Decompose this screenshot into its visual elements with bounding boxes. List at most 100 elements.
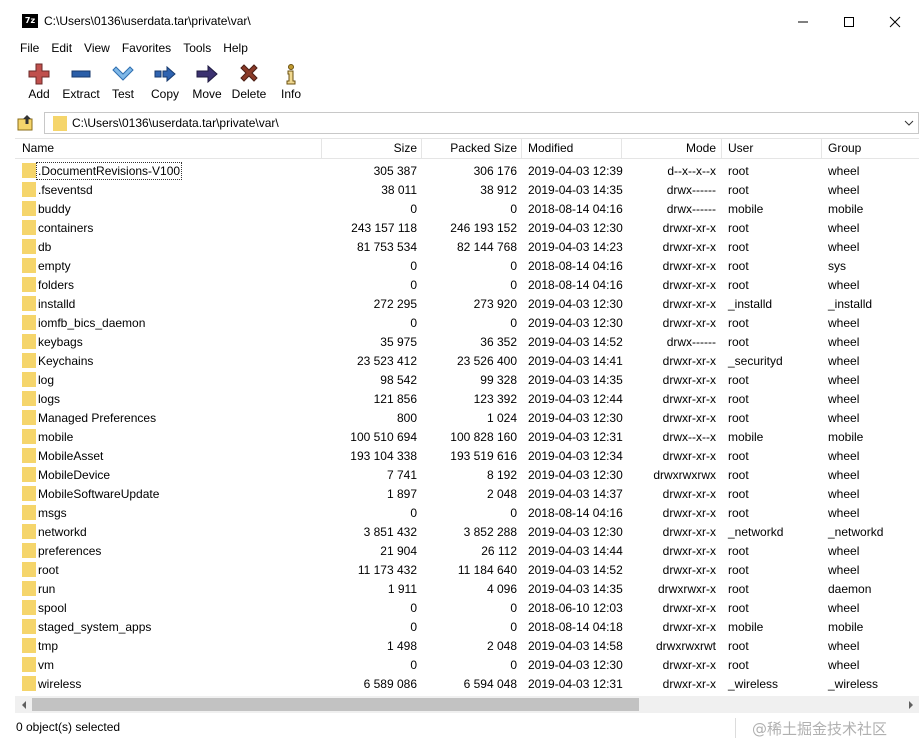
column-name[interactable]: Name — [22, 141, 54, 155]
file-size: 23 523 412 — [356, 354, 417, 368]
scrollbar-thumb[interactable] — [32, 698, 639, 711]
table-row[interactable]: log 98 542 99 328 2019-04-03 14:35 drwxr-xr-… — [15, 370, 919, 389]
file-group: _installd — [828, 297, 873, 311]
folder-icon — [22, 429, 36, 444]
file-group: sys — [828, 259, 846, 273]
table-row[interactable]: Managed Preferences 800 1 024 2019-04-03 12… — [15, 408, 919, 427]
scroll-left-button[interactable] — [15, 696, 32, 713]
file-size: 35 975 — [380, 335, 417, 349]
file-name: logs — [38, 392, 61, 406]
column-group[interactable]: Group — [828, 141, 861, 155]
table-row[interactable]: tmp 1 498 2 048 2019-04-03 14:58 drwxrwxrwt r… — [15, 636, 919, 655]
file-mode: drwxr-xr-x — [662, 449, 716, 463]
table-row[interactable]: run 1 911 4 096 2019-04-03 14:35 drwxrwxr-x r… — [15, 579, 919, 598]
app-7zip-icon: 7z — [22, 14, 38, 28]
folder-icon — [22, 315, 36, 330]
file-packed-size: 38 912 — [480, 183, 517, 197]
maximize-button[interactable] — [826, 8, 872, 36]
table-row[interactable]: db 81 753 534 82 144 768 2019-04-03 14:23 dr… — [15, 237, 919, 256]
table-row[interactable]: keybags 35 975 36 352 2019-04-03 14:52 drwx-… — [15, 332, 919, 351]
file-modified: 2019-04-03 14:41 — [528, 354, 623, 368]
table-row[interactable]: buddy 0 0 2018-08-14 04:16 drwx------ mobile m… — [15, 199, 919, 218]
table-row[interactable]: vm 0 0 2019-04-03 12:30 drwxr-xr-x root wheel — [15, 655, 919, 674]
file-name: wireless — [38, 677, 82, 691]
file-packed-size: 2 048 — [486, 487, 517, 501]
file-group: wheel — [828, 221, 860, 235]
file-mode: drwxr-xr-x — [662, 620, 716, 634]
table-row[interactable]: .fseventsd 38 011 38 912 2019-04-03 14:35 dr… — [15, 180, 919, 199]
column-packed-size[interactable]: Packed Size — [450, 141, 517, 155]
table-row[interactable]: wireless 6 589 086 6 594 048 2019-04-03 12:… — [15, 674, 919, 693]
table-row[interactable]: mobile 100 510 694 100 828 160 2019-04-03 1… — [15, 427, 919, 446]
file-mode: drwxr-xr-x — [662, 544, 716, 558]
file-name: installd — [38, 297, 76, 311]
file-name: vm — [38, 658, 54, 672]
menu-edit[interactable]: Edit — [45, 38, 78, 58]
file-size: 0 — [410, 620, 417, 634]
table-row[interactable]: installd 272 295 273 920 2019-04-03 12:30 dr… — [15, 294, 919, 313]
minimize-button[interactable] — [780, 8, 826, 36]
table-row[interactable]: preferences 21 904 26 112 2019-04-03 14:44 d… — [15, 541, 919, 560]
file-group: wheel — [828, 354, 860, 368]
move-button[interactable]: Move — [186, 60, 228, 106]
table-row[interactable]: root 11 173 432 11 184 640 2019-04-03 14:52… — [15, 560, 919, 579]
address-input[interactable]: C:\Users\0136\userdata.tar\private\var\ — [44, 112, 919, 134]
file-modified: 2019-04-03 12:31 — [528, 430, 623, 444]
address-dropdown-button[interactable] — [902, 115, 916, 131]
folder-up-button[interactable] — [16, 113, 36, 133]
file-group: wheel — [828, 658, 860, 672]
folder-icon — [22, 448, 36, 463]
file-size: 100 510 694 — [350, 430, 417, 444]
scroll-right-button[interactable] — [902, 696, 919, 713]
column-mode[interactable]: Mode — [686, 141, 716, 155]
column-user[interactable]: User — [728, 141, 753, 155]
file-modified: 2019-04-03 14:44 — [528, 544, 623, 558]
file-mode: drwxr-xr-x — [662, 677, 716, 691]
table-row[interactable]: .DocumentRevisions-V100 305 387 306 176 201… — [15, 161, 919, 180]
file-modified: 2019-04-03 14:35 — [528, 582, 623, 596]
table-row[interactable]: MobileAsset 193 104 338 193 519 616 2019-04… — [15, 446, 919, 465]
extract-button[interactable]: Extract — [60, 60, 102, 106]
table-row[interactable]: Keychains 23 523 412 23 526 400 2019-04-03 … — [15, 351, 919, 370]
column-modified[interactable]: Modified — [528, 141, 573, 155]
table-row[interactable]: staged_system_apps 0 0 2018-08-14 04:18 drwx… — [15, 617, 919, 636]
copy-button[interactable]: Copy — [144, 60, 186, 106]
table-row[interactable]: containers 243 157 118 246 193 152 2019-04-… — [15, 218, 919, 237]
menu-help[interactable]: Help — [217, 38, 254, 58]
horizontal-scrollbar[interactable] — [15, 696, 919, 713]
table-row[interactable]: folders 0 0 2018-08-14 04:16 drwxr-xr-x root w… — [15, 275, 919, 294]
info-button[interactable]: Info — [270, 60, 312, 106]
address-path: C:\Users\0136\userdata.tar\private\var\ — [72, 116, 279, 130]
folder-icon — [22, 334, 36, 349]
file-name: networkd — [38, 525, 87, 539]
file-name: MobileAsset — [38, 449, 104, 463]
menu-bar: File Edit View Favorites Tools Help — [0, 38, 919, 58]
table-row[interactable]: MobileSoftwareUpdate 1 897 2 048 2019-04-03… — [15, 484, 919, 503]
menu-favorites[interactable]: Favorites — [116, 38, 177, 58]
window-title: C:\Users\0136\userdata.tar\private\var\ — [44, 14, 251, 28]
file-group: wheel — [828, 278, 860, 292]
table-row[interactable]: msgs 0 0 2018-08-14 04:16 drwxr-xr-x root whee… — [15, 503, 919, 522]
column-size[interactable]: Size — [394, 141, 417, 155]
file-name: keybags — [38, 335, 83, 349]
file-name: mobile — [38, 430, 74, 444]
folder-icon — [22, 467, 36, 482]
table-row[interactable]: empty 0 0 2018-08-14 04:16 drwxr-xr-x root sys — [15, 256, 919, 275]
table-row[interactable]: logs 121 856 123 392 2019-04-03 12:44 drwxr-… — [15, 389, 919, 408]
file-group: wheel — [828, 639, 860, 653]
menu-file[interactable]: File — [0, 38, 45, 58]
watermark: @稀土掘金技术社区 — [752, 720, 888, 738]
test-button[interactable]: Test — [102, 60, 144, 106]
file-mode: drwxrwxr-x — [658, 582, 716, 596]
close-button[interactable] — [872, 8, 918, 36]
table-row[interactable]: networkd 3 851 432 3 852 288 2019-04-03 12:… — [15, 522, 919, 541]
menu-tools[interactable]: Tools — [177, 38, 217, 58]
table-row[interactable]: MobileDevice 7 741 8 192 2019-04-03 12:30 dr… — [15, 465, 919, 484]
delete-button[interactable]: Delete — [228, 60, 270, 106]
table-row[interactable]: iomfb_bics_daemon 0 0 2019-04-03 12:30 drwxr… — [15, 313, 919, 332]
table-row[interactable]: spool 0 0 2018-06-10 12:03 drwxr-xr-x root whe… — [15, 598, 919, 617]
copy-label: Copy — [150, 87, 179, 101]
menu-view[interactable]: View — [78, 38, 116, 58]
file-packed-size: 2 048 — [486, 639, 517, 653]
add-button[interactable]: Add — [18, 60, 60, 106]
